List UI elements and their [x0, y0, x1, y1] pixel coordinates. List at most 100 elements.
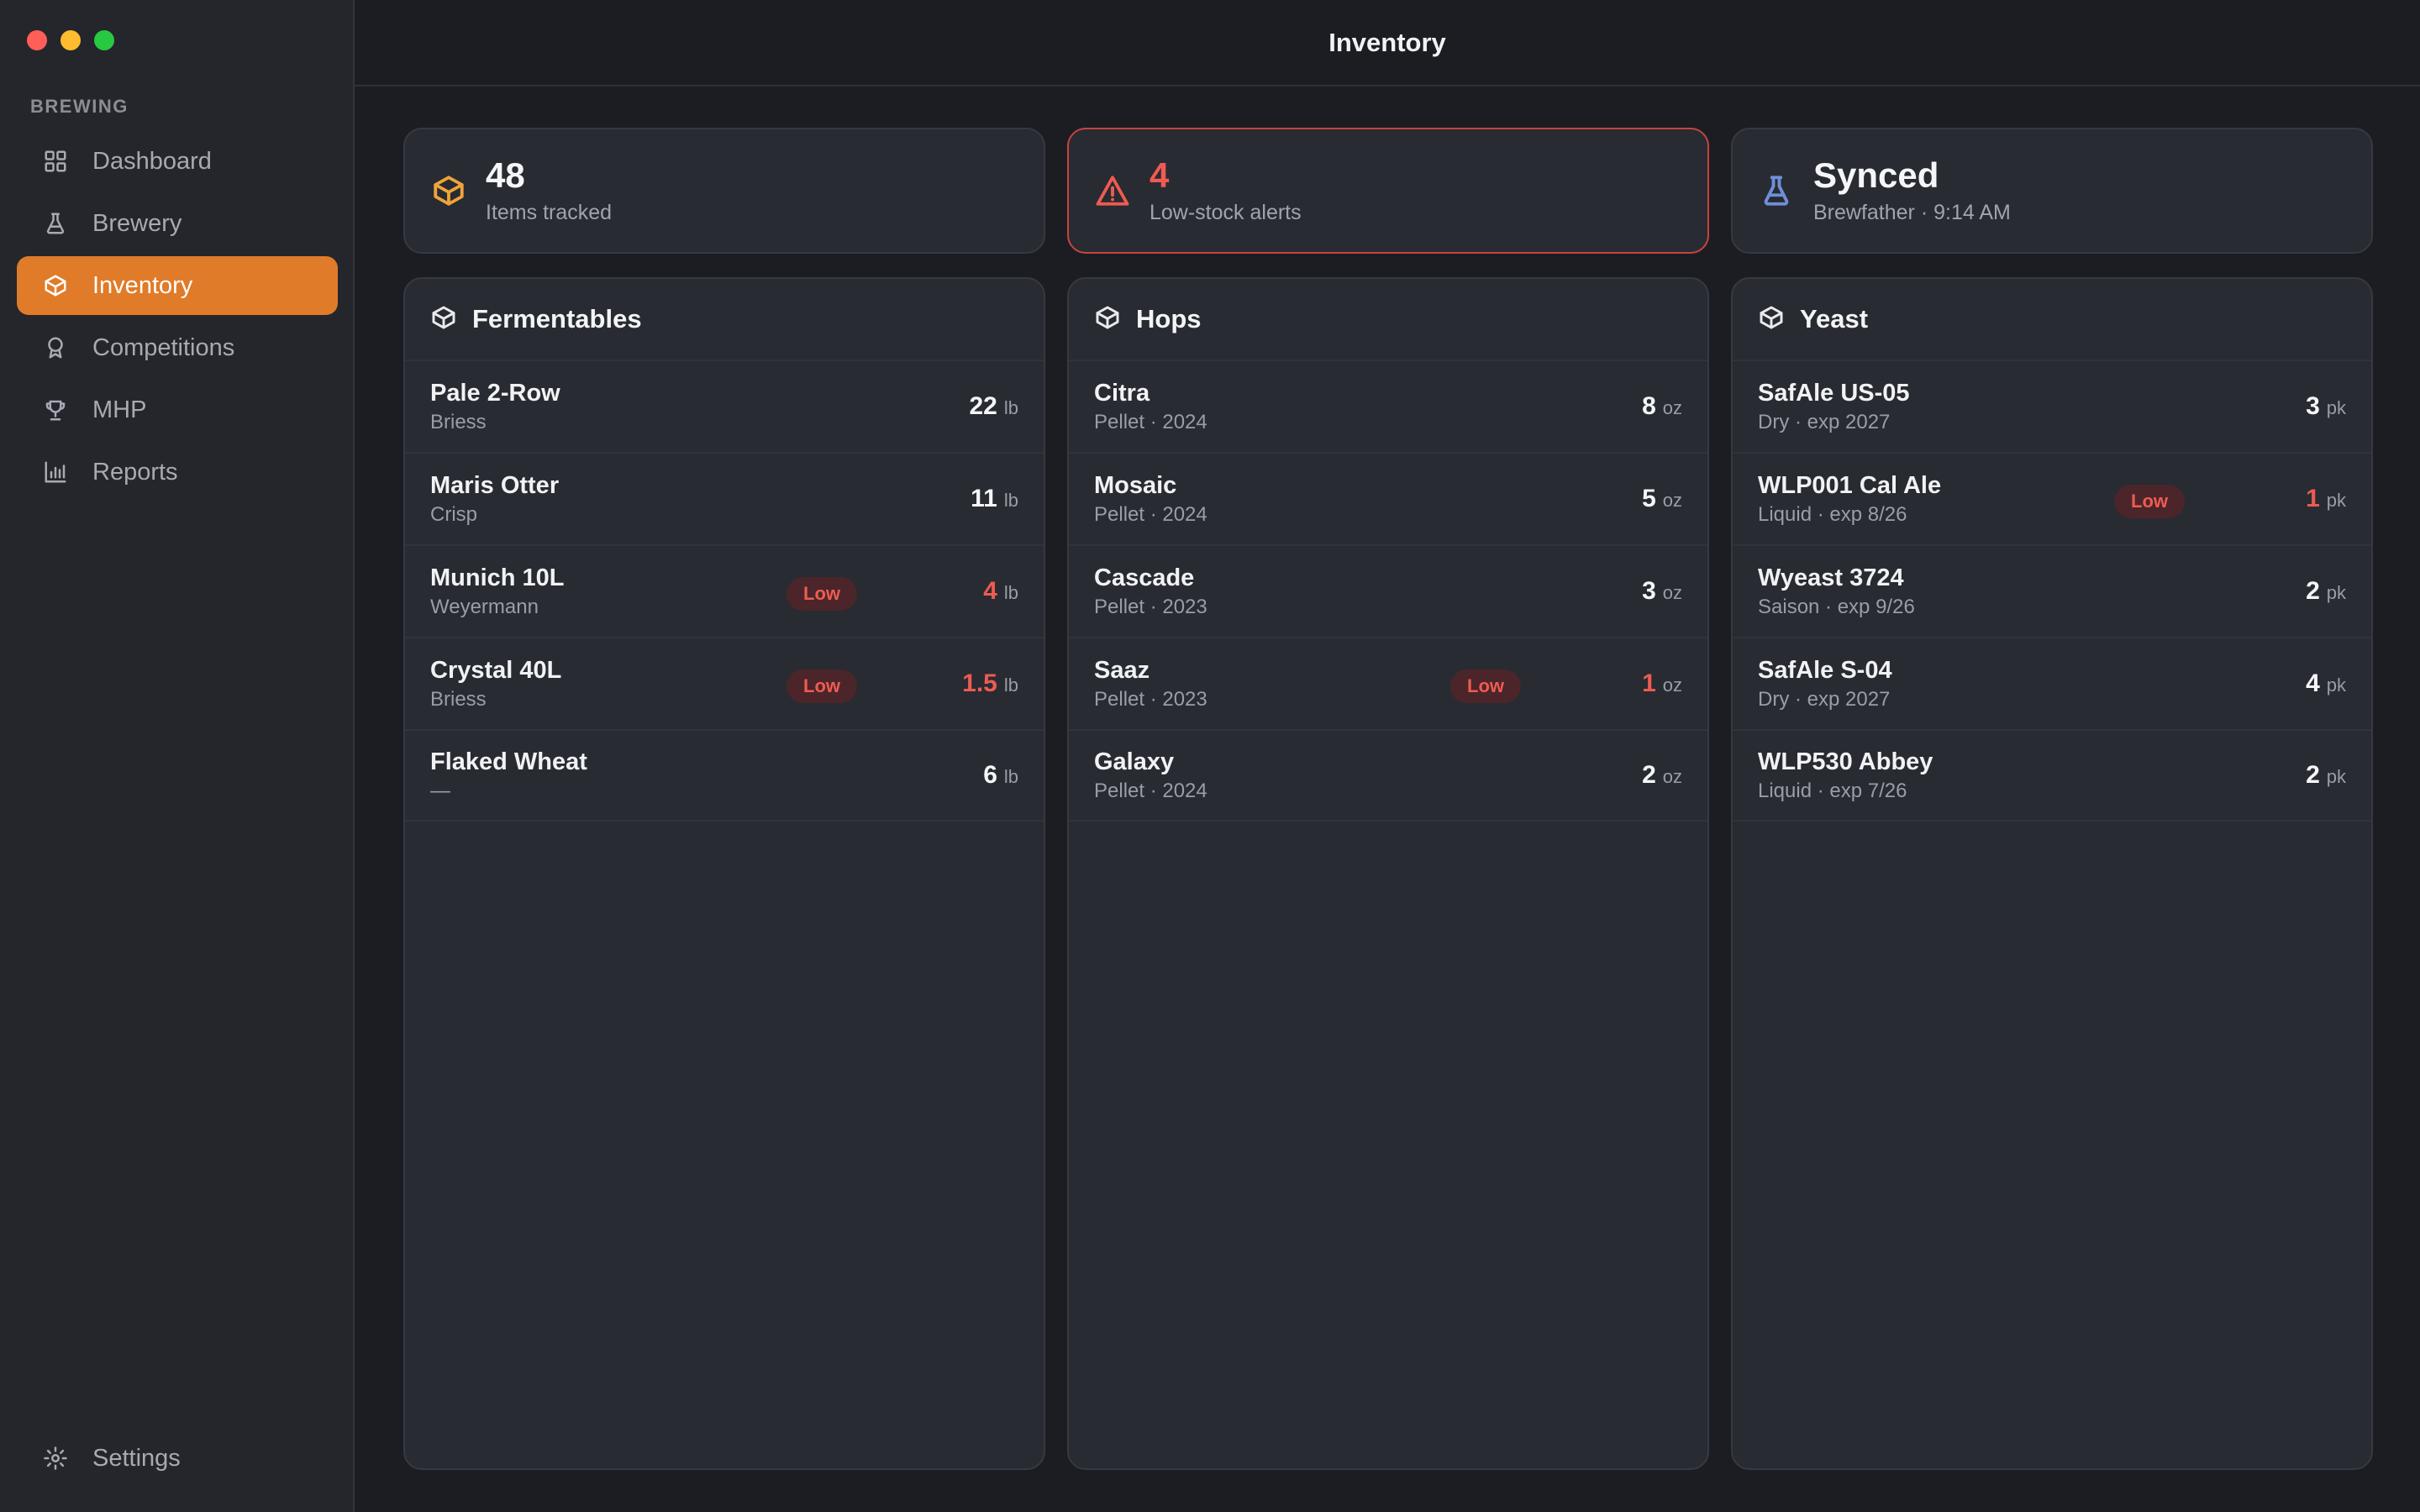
stat-value: 48: [486, 155, 525, 196]
card-header: Fermentables: [405, 279, 1044, 360]
inventory-row[interactable]: Cascade Pellet · 2023 3 oz: [1069, 544, 1707, 637]
item-name: Pale 2-Row: [430, 379, 560, 407]
item-quantity: 8 oz: [1642, 392, 1682, 421]
quantity-value: 1: [2306, 485, 2320, 512]
quantity-value: 8: [1642, 392, 1656, 420]
item-quantity: 5 oz: [1642, 485, 1682, 513]
sidebar-item-reports[interactable]: Reports: [17, 443, 338, 501]
quantity-unit: pk: [2326, 766, 2346, 787]
item-detail: Pellet · 2024: [1094, 779, 1207, 802]
quantity-unit: lb: [1003, 582, 1018, 603]
quantity-unit: oz: [1662, 766, 1682, 787]
inventory-row[interactable]: Maris Otter Crisp 11 lb: [405, 452, 1044, 544]
quantity-unit: oz: [1662, 675, 1682, 696]
card-header: Yeast: [1733, 279, 2371, 360]
inventory-card-fermentables: Fermentables Pale 2-Row Briess 22 lb Maris Ot…: [403, 277, 1045, 1470]
inventory-row[interactable]: SafAle US-05 Dry · exp 2027 3 pk: [1733, 360, 2371, 452]
inventory-row[interactable]: Citra Pellet · 2024 8 oz: [1069, 360, 1707, 452]
sidebar-item-label: Settings: [92, 1444, 181, 1472]
grid-icon: [42, 148, 69, 175]
item-quantity: 2 pk: [2306, 761, 2346, 790]
quantity-value: 4: [983, 577, 997, 605]
item-quantity: 1 oz: [1642, 669, 1682, 698]
card-title: Yeast: [1800, 304, 1869, 333]
quantity-value: 4: [2306, 669, 2320, 697]
low-stock-badge: Low: [786, 577, 857, 611]
sidebar-item-label: MHP: [92, 396, 147, 423]
inventory-row[interactable]: Pale 2-Row Briess 22 lb: [405, 360, 1044, 452]
item-detail: Briess: [430, 410, 487, 433]
sidebar-item-competitions[interactable]: Competitions: [17, 318, 338, 377]
item-name: Munich 10L: [430, 564, 565, 591]
quantity-value: 6: [983, 761, 997, 789]
item-quantity: 22 lb: [970, 392, 1019, 421]
warning-icon: [1094, 172, 1131, 209]
inventory-row[interactable]: Munich 10L Weyermann Low 4 lb: [405, 544, 1044, 637]
item-quantity: 4 lb: [983, 577, 1018, 606]
quantity-value: 2: [2306, 761, 2320, 789]
trophy-icon: [42, 396, 69, 423]
stat-card-items: 48 Items tracked: [403, 128, 1045, 254]
item-detail: Briess: [430, 687, 487, 711]
inventory-row[interactable]: WLP530 Abbey Liquid · exp 7/26 2 pk: [1733, 729, 2371, 822]
item-quantity: 3 pk: [2306, 392, 2346, 421]
box-icon: [1758, 304, 1800, 335]
inventory-card-hops: Hops Citra Pellet · 2024 8 oz Mosaic Pellet · …: [1067, 277, 1709, 1470]
stat-value: Synced: [1813, 155, 1939, 196]
quantity-unit: lb: [1003, 675, 1018, 696]
item-detail: Pellet · 2023: [1094, 687, 1207, 711]
item-detail: Liquid · exp 7/26: [1758, 779, 1907, 802]
low-stock-badge: Low: [2114, 485, 2185, 518]
item-name: SafAle S-04: [1758, 656, 1892, 684]
quantity-value: 2: [1642, 761, 1656, 789]
inventory-row[interactable]: Crystal 40L Briess Low 1.5 lb: [405, 637, 1044, 729]
item-detail: Pellet · 2023: [1094, 595, 1207, 618]
low-stock-badge: Low: [1450, 669, 1521, 703]
quantity-unit: oz: [1662, 582, 1682, 603]
sidebar-item-inventory[interactable]: Inventory: [17, 256, 338, 315]
card-title: Hops: [1136, 304, 1202, 333]
item-detail: Weyermann: [430, 595, 539, 618]
inventory-row[interactable]: Saaz Pellet · 2023 Low 1 oz: [1069, 637, 1707, 729]
sidebar-item-settings[interactable]: Settings: [17, 1429, 338, 1488]
inventory-row[interactable]: Galaxy Pellet · 2024 2 oz: [1069, 729, 1707, 822]
quantity-value: 5: [1642, 485, 1656, 512]
zoom-window-button[interactable]: [94, 30, 114, 50]
box-icon: [42, 272, 69, 299]
inventory-row[interactable]: WLP001 Cal Ale Liquid · exp 8/26 Low 1 pk: [1733, 452, 2371, 544]
item-name: Wyeast 3724: [1758, 564, 1904, 591]
inventory-row[interactable]: Flaked Wheat — 6 lb: [405, 729, 1044, 822]
item-name: Mosaic: [1094, 471, 1177, 499]
stat-card-alerts[interactable]: 4 Low-stock alerts: [1067, 128, 1709, 254]
item-quantity: 1 pk: [2306, 485, 2346, 513]
item-name: Citra: [1094, 379, 1150, 407]
inventory-row[interactable]: SafAle S-04 Dry · exp 2027 4 pk: [1733, 637, 2371, 729]
window-controls: [27, 30, 114, 50]
quantity-unit: pk: [2326, 582, 2346, 603]
quantity-unit: lb: [1003, 766, 1018, 787]
stat-label: Brewfather · 9:14 AM: [1813, 200, 2011, 224]
inventory-card-yeast: Yeast SafAle US-05 Dry · exp 2027 3 pk WLP001…: [1731, 277, 2373, 1470]
sidebar-item-mhp[interactable]: MHP: [17, 381, 338, 439]
item-name: Crystal 40L: [430, 656, 562, 684]
sidebar-item-label: Dashboard: [92, 147, 212, 175]
close-window-button[interactable]: [27, 30, 47, 50]
sidebar-item-brewery[interactable]: Brewery: [17, 194, 338, 253]
card-title: Fermentables: [472, 304, 642, 333]
quantity-unit: pk: [2326, 675, 2346, 696]
award-icon: [42, 334, 69, 361]
window-title: Inventory: [355, 0, 2420, 87]
sidebar-item-dashboard[interactable]: Dashboard: [17, 132, 338, 191]
inventory-row[interactable]: Wyeast 3724 Saison · exp 9/26 2 pk: [1733, 544, 2371, 637]
sidebar-item-label: Competitions: [92, 333, 235, 361]
inventory-row[interactable]: Mosaic Pellet · 2024 5 oz: [1069, 452, 1707, 544]
item-detail: Dry · exp 2027: [1758, 687, 1891, 711]
quantity-value: 2: [2306, 577, 2320, 605]
item-detail: Dry · exp 2027: [1758, 410, 1891, 433]
item-name: Cascade: [1094, 564, 1195, 591]
minimize-window-button[interactable]: [60, 30, 81, 50]
item-quantity: 3 oz: [1642, 577, 1682, 606]
stat-label: Items tracked: [486, 200, 613, 224]
low-stock-badge: Low: [786, 669, 857, 703]
quantity-value: 22: [969, 392, 997, 420]
